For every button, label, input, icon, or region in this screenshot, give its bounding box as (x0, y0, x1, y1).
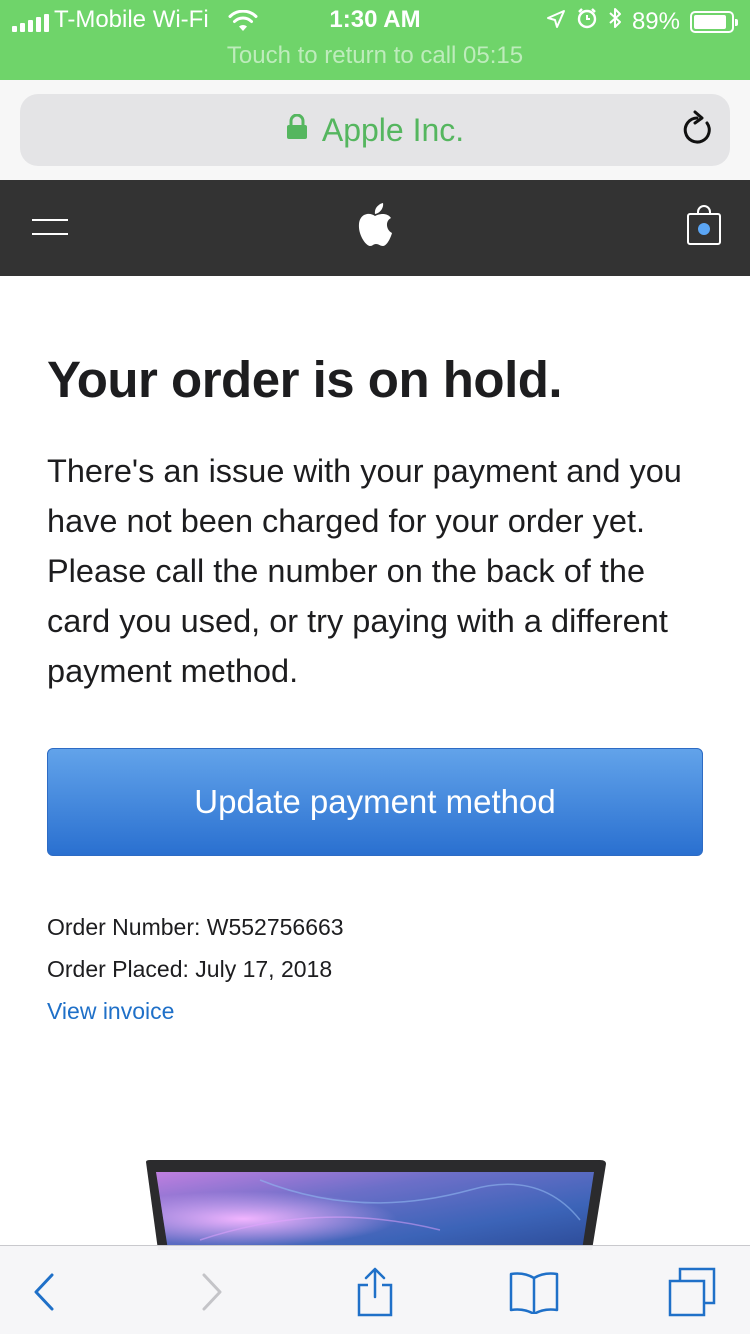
site-name: Apple Inc. (321, 112, 465, 148)
browser-address-bar: Apple Inc. (0, 80, 750, 180)
page-title: Your order is on hold. (47, 351, 563, 408)
bookmarks-icon[interactable] (504, 1264, 564, 1320)
status-bar: T-Mobile Wi-Fi 1:30 AM 89% Touch to retu… (0, 0, 750, 80)
menu-icon[interactable] (32, 218, 68, 238)
url-field[interactable]: Apple Inc. (20, 94, 730, 166)
back-icon[interactable] (14, 1264, 74, 1320)
view-invoice-link[interactable]: View invoice (47, 998, 174, 1025)
bluetooth-icon (608, 6, 622, 37)
share-icon[interactable] (345, 1264, 405, 1320)
shopping-bag-icon[interactable] (686, 204, 722, 251)
return-to-call-banner[interactable]: Touch to return to call 05:15 (0, 42, 750, 70)
apple-logo[interactable] (355, 202, 395, 253)
order-number: Order Number: W552756663 (47, 914, 344, 940)
hold-message: There's an issue with your payment and y… (47, 453, 682, 689)
lock-icon (286, 111, 308, 148)
update-payment-button[interactable]: Update payment method (47, 748, 703, 856)
forward-icon[interactable] (182, 1264, 242, 1320)
browser-toolbar (0, 1245, 750, 1334)
tabs-icon[interactable] (662, 1264, 722, 1320)
order-date: Order Placed: July 17, 2018 (47, 956, 333, 982)
global-nav (0, 180, 750, 276)
reload-icon[interactable] (680, 110, 716, 153)
alarm-icon (576, 7, 598, 36)
battery-icon (690, 10, 738, 33)
location-arrow-icon (546, 8, 566, 36)
battery-percent: 89% (631, 7, 680, 35)
macbook-image (140, 1160, 610, 1250)
